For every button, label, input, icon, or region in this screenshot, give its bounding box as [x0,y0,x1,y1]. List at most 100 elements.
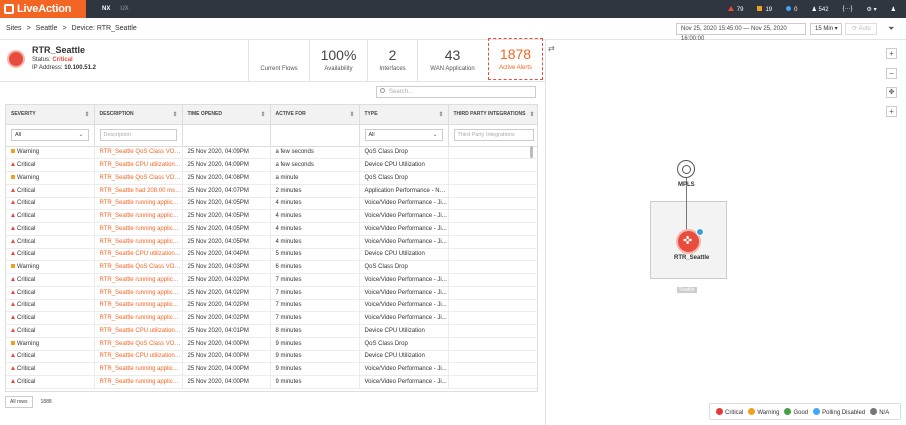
description-link[interactable]: RTR_Seattle running applicati... [94,286,183,300]
table-row[interactable]: Critical RTR_Seattle had 208.00 ms n... 25… [6,184,537,198]
rows-per-page-select[interactable]: All rows [5,396,33,408]
table-row[interactable]: Critical RTR_Seattle CPU utilization is..… [6,324,537,338]
sort-icon[interactable]: ⇕ [172,111,177,118]
other-alerts-counter[interactable]: 0 [786,5,797,13]
table-row[interactable]: Critical RTR_Seattle CPU utilization is..… [6,350,537,364]
users-counter[interactable]: ♟ 542 [811,6,828,13]
third-party-cell [448,337,537,351]
time-range-picker[interactable]: Nov 25, 2020 15:45:00 — Nov 25, 2020 16:… [676,23,806,42]
kpi-availability[interactable]: 100% Availability [309,40,367,82]
kpi-interfaces[interactable]: 2 Interfaces [367,40,417,82]
description-link[interactable]: RTR_Seattle running applicati... [94,311,183,325]
user-profile-icon[interactable]: ♟ [891,6,896,13]
tab-nx[interactable]: NX [102,6,110,12]
third-party-cell [448,171,537,185]
table-row[interactable]: Warning RTR_Seattle QoS Class VOIC... 25 N… [6,337,537,351]
sort-icon[interactable]: ⇕ [260,111,265,118]
panel-divider[interactable] [545,40,546,425]
severity-filter-select[interactable]: All ⌄ [11,129,89,141]
column-header-description[interactable]: DESCRIPTION ⇕ [94,105,183,125]
description-link[interactable]: RTR_Seattle running applicati... [94,209,183,223]
kpi-active-alerts[interactable]: 1878 Active Alerts [488,38,543,80]
description-link[interactable]: RTR_Seattle QoS Class VOIC... [94,146,183,160]
column-header-third-party[interactable]: THIRD PARTY INTEGRATIONS ⇕ [448,105,537,125]
auto-refresh-button[interactable]: ⟳ Auto [845,23,877,35]
zoom-out-button[interactable]: − [886,68,897,79]
description-filter-input[interactable]: Description [99,129,177,141]
severity-cell: Critical [6,209,95,223]
device-status-icon [7,50,25,68]
tab-ux[interactable]: UX [120,6,128,12]
table-scrollbar[interactable] [530,146,533,158]
description-link[interactable]: RTR_Seattle running applicati... [94,375,183,389]
table-row[interactable]: Critical RTR_Seattle running applicati...… [6,222,537,236]
critical-icon [11,353,15,358]
search-input[interactable]: Search... [376,86,536,98]
sort-icon[interactable]: ⇕ [529,111,534,118]
severity-cell: Critical [6,222,95,236]
table-row[interactable]: Critical RTR_Seattle running applicati...… [6,286,537,300]
description-link[interactable]: RTR_Seattle running applicati... [94,197,183,211]
filter-icon[interactable]: ⏷ [888,24,894,34]
third-party-cell [448,311,537,325]
type-cell: Voice/Video Performance - Ji... [359,197,449,211]
severity-cell: Warning [6,146,95,160]
device-header: RTR_Seattle Status: Critical IP Address:… [0,38,545,82]
column-header-time-opened[interactable]: TIME OPENED ⇕ [182,105,271,125]
description-link[interactable]: RTR_Seattle running applicati... [94,299,183,313]
sort-icon[interactable]: ⇕ [84,111,89,118]
table-row[interactable]: Warning RTR_Seattle QoS Class VOIC... 25 N… [6,260,537,274]
description-link[interactable]: RTR_Seattle CPU utilization is... [94,324,183,338]
expand-button[interactable]: + [886,106,897,117]
table-row[interactable]: Critical RTR_Seattle running applicati...… [6,311,537,325]
table-row[interactable]: Critical RTR_Seattle CPU utilization is..… [6,158,537,172]
table-row[interactable]: Warning RTR_Seattle QoS Class VOIC... 25 N… [6,171,537,185]
column-header-type[interactable]: TYPE ⇕ [359,105,449,125]
table-row[interactable]: Critical RTR_Seattle CPU utilization is..… [6,248,537,262]
settings-gear-icon[interactable]: ⚙ ▾ [867,6,877,13]
column-header-severity[interactable]: SEVERITY ⇕ [6,105,95,125]
table-row[interactable]: Critical RTR_Seattle running applicati...… [6,362,537,376]
table-row[interactable]: Critical RTR_Seattle running applicati...… [6,235,537,249]
logo-text: LiveAction [17,3,72,15]
description-link[interactable]: RTR_Seattle running applicati... [94,273,183,287]
column-header-active-for[interactable]: ACTIVE FOR ⇕ [270,105,360,125]
integrations-filter-input[interactable]: Third Party Integrations [453,129,534,141]
table-row[interactable]: Critical RTR_Seattle running applicati...… [6,197,537,211]
table-row[interactable]: Warning RTR_Seattle QoS Class VOIC... 25 N… [6,146,537,160]
table-row[interactable]: Critical RTR_Seattle running applicati...… [6,209,537,223]
legend-item: Warning [748,407,779,416]
description-link[interactable]: RTR_Seattle CPU utilization is... [94,248,183,262]
description-link[interactable]: RTR_Seattle running applicati... [94,222,183,236]
interval-select[interactable]: 15 Min ▾ [810,23,842,35]
description-link[interactable]: RTR_Seattle had 208.00 ms n... [94,184,183,198]
critical-alerts-counter[interactable]: 79 [727,5,743,13]
sort-icon[interactable]: ⇕ [349,111,354,118]
kpi-wan-application[interactable]: 43 WAN Application [417,40,487,82]
table-row[interactable]: Critical RTR_Seattle running applicati...… [6,273,537,287]
description-link[interactable]: RTR_Seattle running applicati... [94,362,183,376]
mpls-cloud-icon[interactable] [677,160,695,178]
liveaction-logo[interactable]: LiveAction [0,0,86,18]
swap-icon[interactable]: ⇄ [548,44,555,53]
breadcrumb-sites[interactable]: Sites [6,25,22,32]
more-menu[interactable]: {···} [843,6,853,12]
description-link[interactable]: RTR_Seattle QoS Class VOIC... [94,171,183,185]
type-filter-select[interactable]: All ⌄ [364,129,443,141]
fit-view-icon[interactable]: ✥ [886,87,897,98]
table-row[interactable]: Critical RTR_Seattle running applicati...… [6,299,537,313]
breadcrumb-seattle[interactable]: Seattle [36,25,58,32]
sort-icon[interactable]: ⇕ [438,111,443,118]
warning-alerts-counter[interactable]: 19 [757,5,772,13]
active-for-cell: 4 minutes [270,222,360,236]
table-row[interactable]: Critical RTR_Seattle running applicati...… [6,375,537,389]
description-link[interactable]: RTR_Seattle running applicati... [94,235,183,249]
description-link[interactable]: RTR_Seattle CPU utilization is... [94,350,183,364]
kpi-current-flows[interactable]: Current Flows [248,40,309,82]
description-link[interactable]: RTR_Seattle CPU utilization is... [94,158,183,172]
type-cell: Voice/Video Performance - Ji... [359,222,449,236]
description-link[interactable]: RTR_Seattle QoS Class VOIC... [94,260,183,274]
description-link[interactable]: RTR_Seattle QoS Class VOIC... [94,337,183,351]
zoom-in-button[interactable]: + [886,48,897,59]
type-cell: Voice/Video Performance - Ji... [359,299,449,313]
